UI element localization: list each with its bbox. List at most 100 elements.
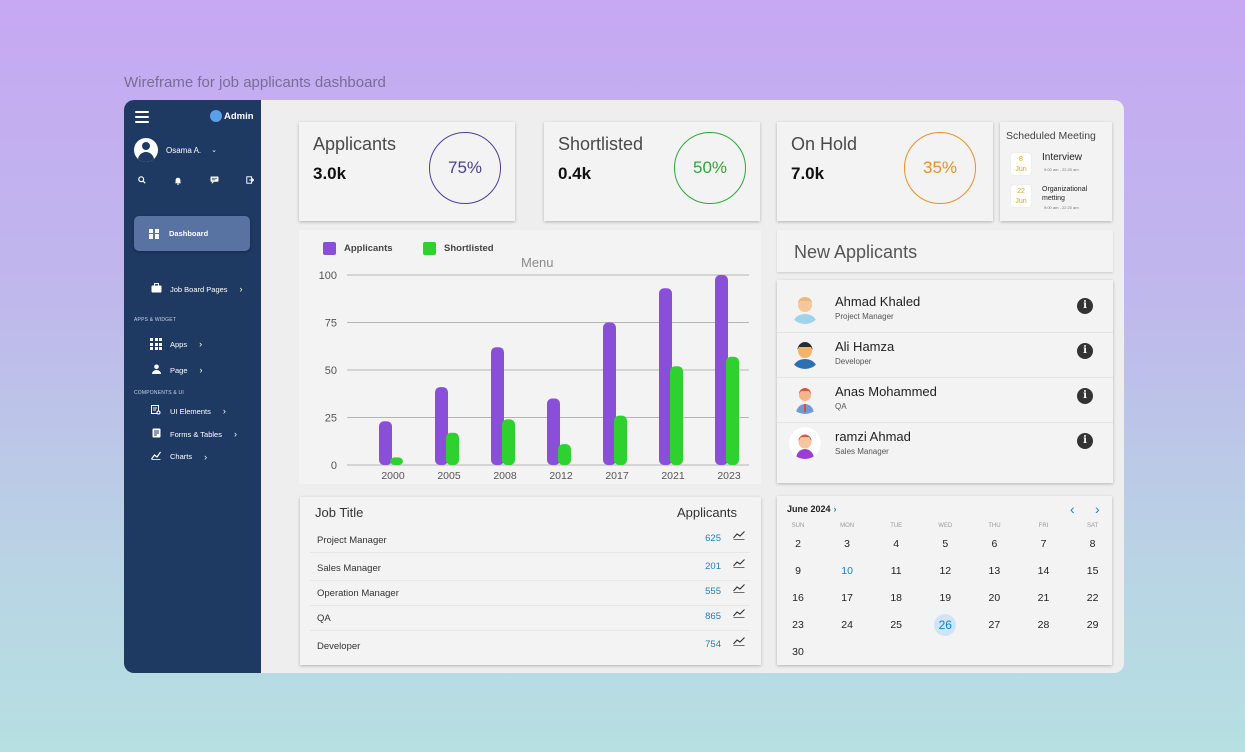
calendar-day[interactable]: 8 — [1082, 533, 1104, 555]
weekday-label: MON — [840, 523, 855, 529]
job-title-cell: Sales Manager — [317, 563, 381, 574]
calendar-day[interactable]: 24 — [836, 614, 858, 636]
bar-shortlisted — [390, 457, 403, 465]
logout-icon[interactable] — [245, 176, 255, 187]
job-title-cell: QA — [317, 613, 331, 624]
section-title: New Applicants — [794, 242, 918, 262]
table-row[interactable]: Sales Manager 201 — [310, 555, 750, 581]
meeting-name[interactable]: Organizational metting — [1042, 185, 1108, 203]
table-row[interactable]: Developer 754 — [310, 633, 750, 659]
calendar-day[interactable]: 9 — [787, 560, 809, 582]
calendar-day[interactable]: 14 — [1033, 560, 1055, 582]
sidebar-item-ui-elements[interactable]: UI Elements › — [150, 405, 226, 417]
ui-elements-icon — [150, 405, 162, 417]
sidebar: Admin Osama A. ⌄ Dashboard Job Board Pag… — [124, 100, 261, 673]
sidebar-item-label: Job Board Pages — [170, 284, 228, 294]
info-icon[interactable]: i — [1077, 343, 1093, 359]
calendar-day[interactable]: 29 — [1082, 614, 1104, 636]
calendar-day[interactable]: 26 — [934, 614, 957, 636]
sidebar-item-label: Forms & Tables — [170, 429, 222, 439]
applicant-name: Ali Hamza — [835, 339, 895, 354]
meeting-title: Scheduled Meeting — [1006, 130, 1096, 142]
calendar-day[interactable]: 28 — [1033, 614, 1055, 636]
calendar-day[interactable]: 17 — [836, 587, 858, 609]
calendar-day[interactable]: 18 — [885, 587, 907, 609]
meeting-date: 8 Jun — [1010, 152, 1032, 176]
list-item[interactable]: Anas Mohammed QA i — [777, 378, 1113, 423]
table-row[interactable]: Project Manager 625 — [310, 527, 750, 553]
calendar-day[interactable]: 10 — [836, 560, 858, 582]
calendar-next-button[interactable]: › — [1095, 501, 1100, 517]
scheduled-meeting-card: Scheduled Meeting 8 Jun Interview 9:00 a… — [1000, 122, 1112, 221]
calendar-day[interactable]: 4 — [885, 533, 907, 555]
calendar-day[interactable]: 19 — [934, 587, 956, 609]
list-item[interactable]: ramzi Ahmad Sales Manager i — [777, 423, 1113, 468]
job-title-cell: Project Manager — [317, 535, 387, 546]
search-icon[interactable] — [137, 176, 147, 187]
sidebar-item-job-board[interactable]: Job Board Pages › — [150, 283, 243, 295]
bar-shortlisted — [446, 432, 459, 465]
calendar-day[interactable]: 6 — [983, 533, 1005, 555]
calendar-day[interactable]: 16 — [787, 587, 809, 609]
brand-logo: Admin — [210, 110, 254, 122]
stat-card-shortlisted: Shortlisted 0.4k 50% — [544, 122, 760, 221]
info-icon[interactable]: i — [1077, 298, 1093, 314]
sidebar-item-charts[interactable]: Charts › — [150, 451, 207, 462]
document-icon — [150, 428, 162, 440]
applicant-role: Project Manager — [835, 312, 894, 321]
sidebar-item-forms-tables[interactable]: Forms & Tables › — [150, 428, 237, 440]
calendar-day[interactable]: 20 — [983, 587, 1005, 609]
brand-mark-icon — [210, 110, 222, 122]
user-menu[interactable]: Osama A. ⌄ — [134, 138, 217, 162]
bell-icon[interactable] — [173, 176, 183, 187]
person-icon — [150, 364, 162, 376]
info-icon[interactable]: i — [1077, 388, 1093, 404]
sidebar-item-apps[interactable]: Apps › — [150, 338, 202, 350]
bar-applicants — [379, 421, 392, 465]
calendar-day[interactable]: 5 — [934, 533, 956, 555]
weekday-label: THU — [988, 523, 1001, 529]
sidebar-item-label: Charts — [170, 452, 193, 461]
chat-icon[interactable] — [209, 176, 219, 187]
meeting-month: Jun — [1015, 166, 1027, 173]
stat-value: 7.0k — [791, 164, 825, 183]
calendar-day[interactable]: 7 — [1033, 533, 1055, 555]
meeting-time: 9:00 am - 22:20 am — [1044, 205, 1079, 210]
calendar-day[interactable]: 15 — [1082, 560, 1104, 582]
table-row[interactable]: Operation Manager 555 — [310, 580, 750, 606]
y-tick-label: 75 — [325, 318, 337, 330]
calendar-day[interactable]: 3 — [836, 533, 858, 555]
calendar: June 2024 › ‹ › SUN MON TUE WED THU FRI SAT 2 3 4 5… — [777, 496, 1112, 665]
calendar-day[interactable]: 30 — [787, 641, 809, 663]
calendar-day[interactable]: 27 — [983, 614, 1005, 636]
y-tick-label: 100 — [319, 270, 337, 282]
calendar-day[interactable]: 25 — [885, 614, 907, 636]
list-item[interactable]: Ahmad Khaled Project Manager i — [777, 288, 1113, 333]
applicant-avatar — [789, 337, 821, 369]
menu-icon[interactable] — [135, 111, 149, 123]
quick-icons — [137, 176, 255, 187]
bar-shortlisted — [726, 356, 739, 465]
calendar-day[interactable]: 22 — [1082, 587, 1104, 609]
calendar-day[interactable]: 11 — [885, 560, 907, 582]
y-tick-label: 25 — [325, 413, 337, 425]
applicant-count-cell: 865 — [705, 611, 721, 622]
calendar-day[interactable]: 2 — [787, 533, 809, 555]
list-item[interactable]: Ali Hamza Developer i — [777, 333, 1113, 378]
x-tick-label: 2000 — [381, 470, 405, 482]
sidebar-item-dashboard[interactable]: Dashboard — [134, 216, 250, 251]
trend-icon — [733, 531, 745, 540]
calendar-day[interactable]: 21 — [1033, 587, 1055, 609]
x-tick-label: 2008 — [493, 470, 517, 482]
calendar-prev-button[interactable]: ‹ — [1070, 501, 1075, 517]
calendar-day[interactable]: 12 — [934, 560, 956, 582]
calendar-day[interactable]: 13 — [983, 560, 1005, 582]
calendar-month-picker[interactable]: June 2024 › — [787, 504, 837, 514]
calendar-day[interactable]: 23 — [787, 614, 809, 636]
weekday-label: SAT — [1086, 523, 1099, 529]
info-icon[interactable]: i — [1077, 433, 1093, 449]
meeting-name[interactable]: Interview — [1042, 153, 1108, 163]
table-row[interactable]: QA 865 — [310, 605, 750, 631]
new-applicants-header: New Applicants — [777, 230, 1113, 272]
sidebar-item-page[interactable]: Page › — [150, 364, 203, 376]
